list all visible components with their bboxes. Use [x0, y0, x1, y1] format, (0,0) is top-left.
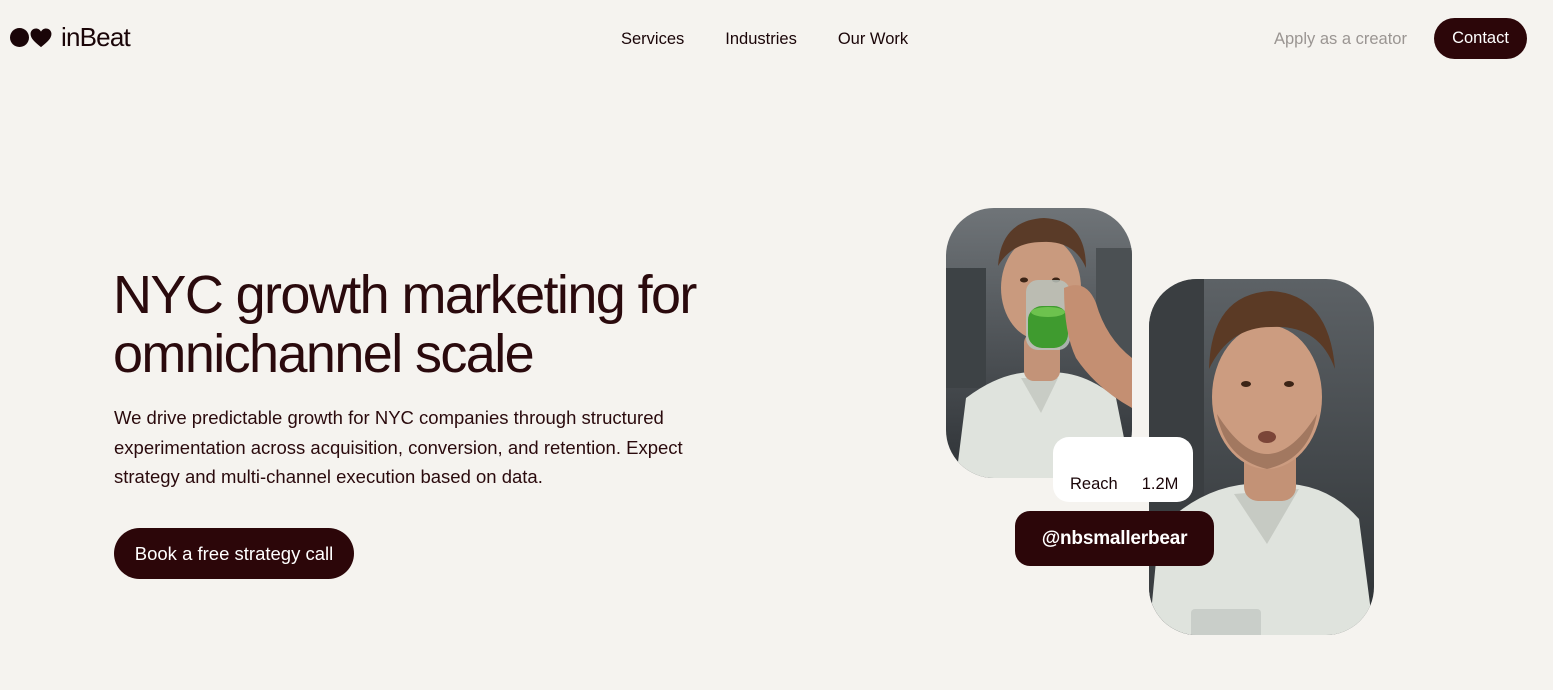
hero-title: NYC growth marketing for omnichannel sca… [113, 266, 753, 384]
brand-logo[interactable]: inBeat [10, 22, 131, 53]
brand-name: inBeat [61, 22, 131, 52]
heart-icon [30, 27, 52, 47]
apply-as-creator-link[interactable]: Apply as a creator [1274, 30, 1407, 49]
book-strategy-call-button[interactable]: Book a free strategy call [114, 528, 354, 579]
nav-services-link[interactable]: Services [621, 30, 684, 49]
main-nav: Services Industries Our Work [621, 30, 908, 49]
contact-button[interactable]: Contact [1434, 18, 1527, 59]
dot-icon [10, 28, 29, 47]
hero-title-line-1: NYC growth marketing for [113, 265, 697, 325]
nav-our-work-link[interactable]: Our Work [838, 30, 908, 49]
reach-label: Reach [1070, 475, 1118, 493]
creator-handle-badge: @nbsmallerbear [1015, 511, 1214, 566]
page: inBeat Services Industries Our Work Appl… [0, 0, 1553, 690]
reach-value: 1.2M [1141, 475, 1179, 493]
reach-stat-card: Reach 1.2M [1053, 437, 1193, 502]
logo-mark [10, 27, 52, 48]
hero-description: We drive predictable growth for NYC comp… [114, 407, 683, 487]
nav-industries-link[interactable]: Industries [725, 30, 797, 49]
hero-title-line-2: omnichannel scale [113, 324, 535, 384]
